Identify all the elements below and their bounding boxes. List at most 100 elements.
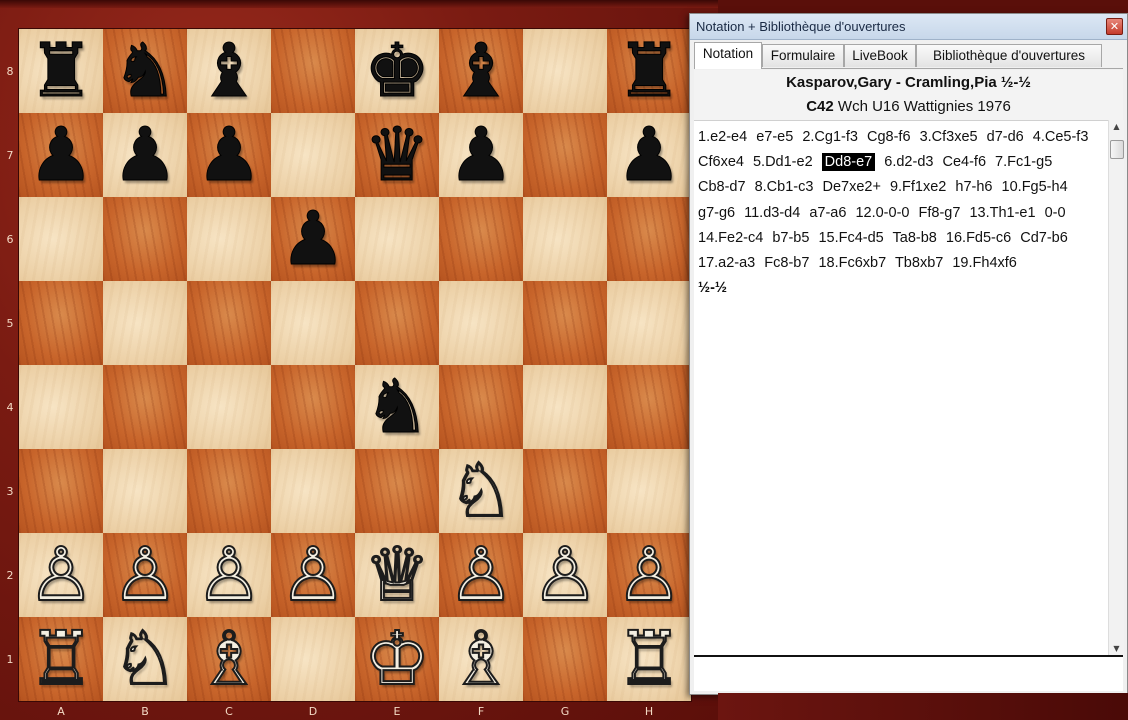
black-knight-icon[interactable]: ♞ [103, 29, 187, 114]
move-item[interactable]: Cd7-b6 [1020, 230, 1068, 246]
comment-entry-box[interactable] [694, 657, 1123, 691]
black-queen-icon[interactable]: ♛ [355, 113, 439, 198]
move-item[interactable]: b7-b5 [772, 230, 809, 246]
square-c8[interactable]: ♝ [187, 29, 271, 114]
square-a6[interactable] [19, 197, 103, 281]
current-move[interactable]: Dd8-e7 [821, 153, 876, 172]
square-f5[interactable] [439, 281, 523, 365]
square-h1[interactable]: ♖ [607, 616, 691, 702]
move-item[interactable]: 4.Ce5-f3 [1033, 129, 1089, 145]
move-item[interactable]: d7-d6 [987, 129, 1024, 145]
chessboard[interactable]: ♜ ♞ ♝ ♚ ♝ ♜ ♟ ♟ ♟ ♛ ♟ ♟ ♟ ♞ ♘ ♙ ♙ ♙ ♙ ♕ ♙ ♙ ♙ ♖ ♘ ♗ ♔ ♗ ♖ [19, 29, 691, 702]
tab-livebook[interactable]: LiveBook [844, 44, 916, 67]
square-g5[interactable] [523, 281, 607, 365]
move-item[interactable]: 3.Cf3xe5 [920, 129, 978, 145]
black-rook-icon[interactable]: ♜ [607, 29, 691, 114]
square-h8[interactable]: ♜ [607, 29, 691, 114]
black-pawn-icon[interactable]: ♟ [187, 113, 271, 198]
move-item[interactable]: 1.e2-e4 [698, 129, 747, 145]
square-f4[interactable] [439, 365, 523, 449]
square-h4[interactable] [607, 365, 691, 449]
move-item[interactable]: 11.d3-d4 [744, 205, 800, 221]
square-h7[interactable]: ♟ [607, 113, 691, 198]
square-c7[interactable]: ♟ [187, 113, 271, 198]
move-item[interactable]: a7-a6 [809, 205, 846, 221]
move-item[interactable]: De7xe2+ [822, 179, 880, 195]
scroll-thumb[interactable] [1110, 140, 1124, 159]
move-item[interactable]: 14.Fe2-c4 [698, 230, 763, 246]
move-item[interactable]: 13.Th1-e1 [969, 205, 1035, 221]
move-item[interactable]: Ta8-b8 [893, 230, 937, 246]
panel-titlebar[interactable]: Notation + Bibliothèque d'ouvertures ✕ [690, 14, 1127, 40]
square-d1[interactable] [271, 617, 355, 701]
black-pawn-icon[interactable]: ♟ [271, 197, 355, 282]
scroll-down-icon[interactable]: ▼ [1109, 642, 1124, 656]
tab-bibliotheque[interactable]: Bibliothèque d'ouvertures [916, 44, 1102, 67]
move-item[interactable]: 0-0 [1045, 205, 1066, 221]
square-g4[interactable] [523, 365, 607, 449]
move-item[interactable]: Fc8-b7 [764, 255, 809, 271]
square-a3[interactable] [19, 449, 103, 533]
square-d7[interactable] [271, 113, 355, 197]
square-b6[interactable] [103, 197, 187, 281]
move-item[interactable]: h7-h6 [955, 179, 992, 195]
square-c1[interactable]: ♗ [187, 616, 271, 702]
move-item[interactable]: 16.Fd5-c6 [946, 230, 1011, 246]
white-knight-icon[interactable]: ♘ [103, 616, 187, 702]
square-f3[interactable]: ♘ [439, 448, 523, 534]
square-f8[interactable]: ♝ [439, 29, 523, 114]
square-a8[interactable]: ♜ [19, 29, 103, 114]
black-pawn-icon[interactable]: ♟ [103, 113, 187, 198]
move-item[interactable]: 7.Fc1-g5 [995, 154, 1052, 170]
square-a5[interactable] [19, 281, 103, 365]
square-b3[interactable] [103, 449, 187, 533]
square-c4[interactable] [187, 365, 271, 449]
move-item[interactable]: e7-e5 [756, 129, 793, 145]
square-h3[interactable] [607, 449, 691, 533]
square-e6[interactable] [355, 197, 439, 281]
close-icon[interactable]: ✕ [1106, 18, 1123, 35]
move-item[interactable]: Cf6xe4 [698, 154, 744, 170]
square-h5[interactable] [607, 281, 691, 365]
square-b7[interactable]: ♟ [103, 113, 187, 198]
square-c6[interactable] [187, 197, 271, 281]
square-b8[interactable]: ♞ [103, 29, 187, 114]
square-h6[interactable] [607, 197, 691, 281]
square-b2[interactable]: ♙ [103, 532, 187, 618]
black-bishop-icon[interactable]: ♝ [439, 29, 523, 114]
square-g6[interactable] [523, 197, 607, 281]
square-d5[interactable] [271, 281, 355, 365]
move-item[interactable]: 15.Fc4-d5 [818, 230, 883, 246]
black-pawn-icon[interactable]: ♟ [439, 113, 523, 198]
square-d2[interactable]: ♙ [271, 532, 355, 618]
black-rook-icon[interactable]: ♜ [19, 29, 103, 114]
moves-scrollbar[interactable]: ▲ ▼ [1108, 120, 1124, 656]
white-pawn-icon[interactable]: ♙ [523, 532, 607, 618]
moves-list-area[interactable]: 1.e2-e4 e7-e5 2.Cg1-f3 Cg8-f6 3.Cf3xe5 d… [694, 120, 1108, 657]
black-pawn-icon[interactable]: ♟ [19, 113, 103, 198]
white-pawn-icon[interactable]: ♙ [607, 532, 691, 618]
move-item[interactable]: Ff8-g7 [919, 205, 961, 221]
square-e4[interactable]: ♞ [355, 365, 439, 450]
square-g3[interactable] [523, 449, 607, 533]
square-d6[interactable]: ♟ [271, 197, 355, 282]
square-d4[interactable] [271, 365, 355, 449]
square-b4[interactable] [103, 365, 187, 449]
square-g2[interactable]: ♙ [523, 532, 607, 618]
white-bishop-icon[interactable]: ♗ [187, 616, 271, 702]
scroll-up-icon[interactable]: ▲ [1109, 120, 1124, 134]
square-c2[interactable]: ♙ [187, 532, 271, 618]
square-d3[interactable] [271, 449, 355, 533]
white-knight-icon[interactable]: ♘ [439, 448, 523, 534]
white-pawn-icon[interactable]: ♙ [19, 532, 103, 618]
tab-notation[interactable]: Notation [694, 42, 762, 69]
square-c3[interactable] [187, 449, 271, 533]
white-pawn-icon[interactable]: ♙ [271, 532, 355, 618]
square-e7[interactable]: ♛ [355, 113, 439, 198]
move-item[interactable]: Tb8xb7 [895, 255, 943, 271]
white-rook-icon[interactable]: ♖ [607, 616, 691, 702]
square-e8[interactable]: ♚ [355, 29, 439, 114]
square-a7[interactable]: ♟ [19, 113, 103, 198]
tab-formulaire[interactable]: Formulaire [762, 44, 844, 67]
square-e2[interactable]: ♕ [355, 532, 439, 618]
